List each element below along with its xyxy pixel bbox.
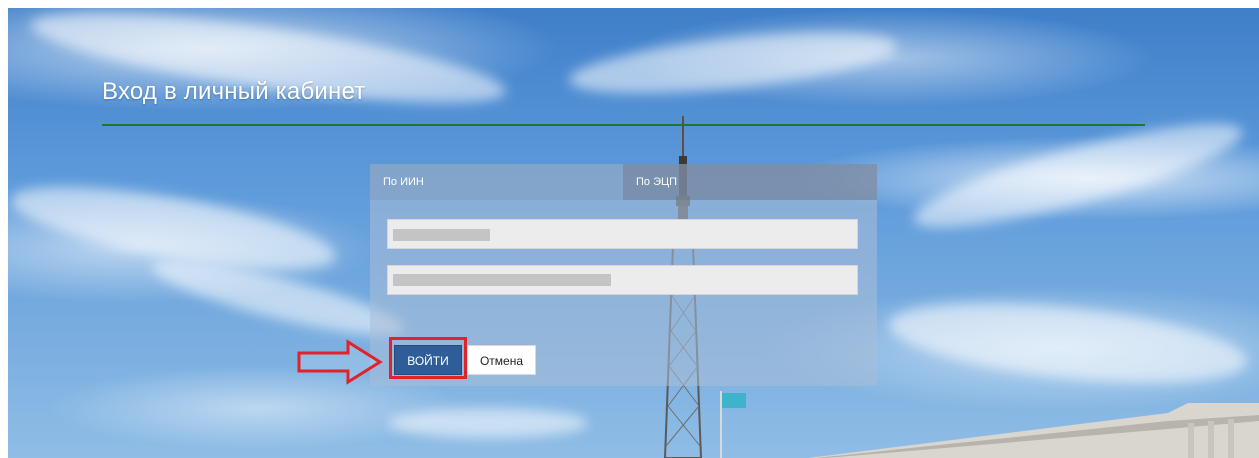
page-title: Вход в личный кабинет	[102, 78, 366, 105]
highlight-box-annotation	[389, 337, 467, 379]
cloud	[566, 20, 900, 106]
flag	[722, 393, 746, 408]
login-field[interactable]	[387, 219, 858, 249]
redacted-value	[393, 274, 611, 286]
login-tabs: По ИИН По ЭЦП	[370, 164, 877, 200]
password-field[interactable]	[387, 265, 858, 295]
tab-iin[interactable]: По ИИН	[370, 164, 623, 200]
tab-ecp[interactable]: По ЭЦП	[623, 164, 877, 200]
cloud	[906, 104, 1250, 247]
cloud	[885, 289, 1251, 397]
building-illustration	[808, 403, 1259, 458]
cancel-button[interactable]: Отмена	[467, 345, 536, 375]
page-top-strip	[0, 0, 1259, 8]
arrow-right-icon	[297, 339, 383, 385]
title-underline	[102, 124, 1145, 126]
redacted-value	[393, 229, 490, 241]
cloud	[388, 408, 588, 438]
